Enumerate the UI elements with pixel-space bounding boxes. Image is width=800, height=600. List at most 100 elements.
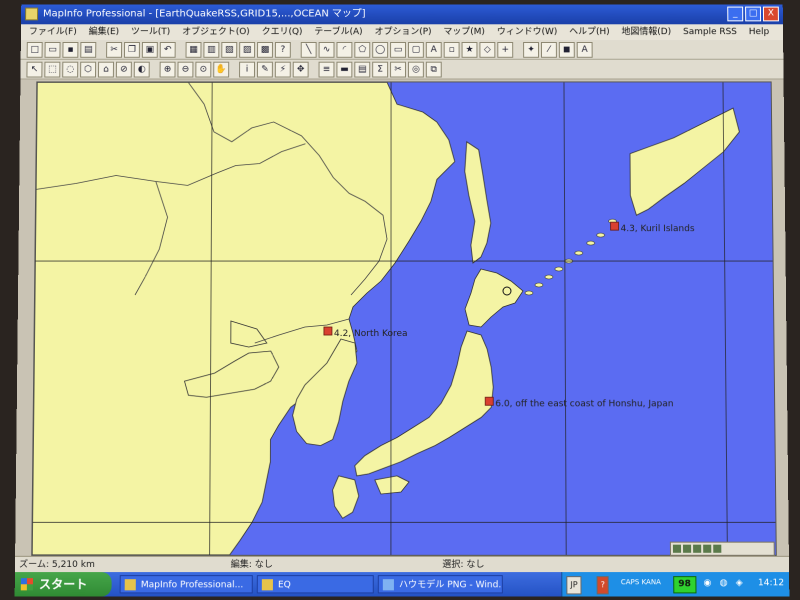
- maximize-button[interactable]: □: [745, 6, 762, 22]
- polygon-select-icon[interactable]: ⬡: [80, 61, 97, 78]
- add-node-icon[interactable]: +: [497, 41, 514, 58]
- task-paint[interactable]: ハウモデル PNG - Wind...: [377, 575, 503, 594]
- help-pointer-icon[interactable]: ?: [274, 41, 291, 58]
- open-folder-icon[interactable]: ▭: [44, 41, 61, 58]
- menu-query[interactable]: クエリ(Q): [262, 24, 303, 40]
- status-icon-5: [713, 544, 722, 553]
- kuril-island: [534, 282, 544, 288]
- task-eq-folder[interactable]: EQ: [256, 575, 374, 594]
- new-grapher-icon[interactable]: ▧: [221, 41, 238, 58]
- title-bar[interactable]: MapInfo Professional - [EarthQuakeRSS,GR…: [21, 4, 783, 25]
- menu-tools[interactable]: ツール(T): [131, 24, 170, 40]
- line-style-icon[interactable]: ⁄: [540, 41, 557, 58]
- minimize-button[interactable]: _: [727, 6, 744, 22]
- hotlink-icon[interactable]: ⚡: [274, 61, 291, 78]
- draw-arc-icon[interactable]: ◜: [336, 41, 353, 58]
- redistricting-icon[interactable]: ▩: [257, 41, 273, 58]
- quake-marker-kuril[interactable]: 4.3, Kuril Islands: [611, 222, 695, 234]
- status-bar: ズーム: 5,210 km 編集: なし 選択: なし: [14, 555, 790, 573]
- status-editable-layer[interactable]: 編集: なし: [231, 557, 273, 573]
- invert-selection-icon[interactable]: ◐: [133, 61, 150, 78]
- quake-symbol-north-korea[interactable]: [323, 326, 333, 336]
- zoom-out-icon[interactable]: ⊖: [177, 61, 194, 78]
- draw-polyline-icon[interactable]: ∿: [318, 41, 335, 58]
- frame-icon[interactable]: ▫: [443, 41, 460, 58]
- label-tool-icon[interactable]: ✎: [256, 61, 273, 78]
- print-icon[interactable]: ▤: [80, 41, 97, 58]
- radius-select-icon[interactable]: ◌: [62, 61, 79, 78]
- save-icon[interactable]: ▪: [62, 41, 79, 58]
- change-view-icon[interactable]: ⊙: [195, 61, 212, 78]
- task-mapinfo[interactable]: MapInfo Professional...: [119, 575, 253, 594]
- close-button[interactable]: X: [762, 6, 779, 22]
- tray-network-icon[interactable]: ◍: [720, 578, 728, 588]
- new-file-icon[interactable]: □: [26, 41, 43, 58]
- draw-rectangle-icon[interactable]: ▭: [390, 41, 406, 58]
- draw-polygon-icon[interactable]: ⬠: [354, 41, 371, 58]
- menu-options[interactable]: オプション(P): [375, 24, 432, 40]
- menu-help[interactable]: ヘルプ(H): [569, 24, 610, 40]
- show-legend-icon[interactable]: ▤: [354, 61, 371, 78]
- status-selectable-layer[interactable]: 選択: なし: [442, 557, 484, 573]
- marquee-select-icon[interactable]: ⬚: [44, 61, 61, 78]
- symbol-icon[interactable]: ★: [461, 41, 478, 58]
- kuril-island: [555, 266, 564, 272]
- zoom-in-icon[interactable]: ⊕: [159, 61, 176, 78]
- draw-ellipse-icon[interactable]: ◯: [372, 41, 389, 58]
- status-zoom[interactable]: ズーム: 5,210 km: [19, 557, 95, 573]
- menu-objects[interactable]: オブジェクト(O): [182, 24, 250, 40]
- paste-icon[interactable]: ▣: [141, 41, 158, 58]
- quake-marker-north-korea[interactable]: 4.2, North Korea: [323, 326, 408, 339]
- window-title: MapInfo Professional - [EarthQuakeRSS,GR…: [42, 8, 366, 20]
- statistics-icon[interactable]: Σ: [372, 61, 389, 78]
- text-style-icon[interactable]: A: [576, 41, 593, 58]
- draw-rounded-rect-icon[interactable]: ▢: [407, 41, 424, 58]
- quake-marker-honshu[interactable]: 6.0, off the east coast of Honshu, Japan: [485, 397, 674, 409]
- set-target-icon[interactable]: ◎: [407, 61, 424, 78]
- menu-table[interactable]: テーブル(A): [314, 24, 362, 40]
- quake-label-north-korea: 4.2, North Korea: [334, 329, 408, 339]
- layer-control-icon[interactable]: ≡: [318, 61, 335, 78]
- standard-toolbar: □ ▭ ▪ ▤ ✂ ❐ ▣ ↶ ▦ ▥ ▧ ▨ ▩ ? ╲ ∿ ◜ ⬠ ◯ ▭ …: [20, 40, 784, 60]
- drag-map-icon[interactable]: ✥: [292, 61, 309, 78]
- ime-mode-icon[interactable]: ?: [596, 576, 610, 595]
- menu-file[interactable]: ファイル(F): [29, 24, 77, 40]
- cut-icon[interactable]: ✂: [106, 41, 123, 58]
- reshape-icon[interactable]: ◇: [479, 41, 496, 58]
- region-style-icon[interactable]: ◼: [558, 41, 575, 58]
- mapinfo-task-icon: [124, 579, 136, 591]
- tray-volume-icon[interactable]: ◉: [703, 578, 711, 588]
- unselect-all-icon[interactable]: ⊘: [115, 61, 132, 78]
- ime-indicator[interactable]: JP: [566, 576, 582, 595]
- map-window[interactable]: 4.3, Kuril Islands 4.2, North Korea 6.0,…: [31, 81, 777, 556]
- menu-map-info[interactable]: 地図情報(D): [622, 24, 672, 40]
- kuril-island: [524, 290, 534, 296]
- undo-icon[interactable]: ↶: [159, 41, 176, 58]
- info-tool-icon[interactable]: i: [239, 61, 256, 78]
- draw-text-icon[interactable]: A: [425, 41, 442, 58]
- draw-line-icon[interactable]: ╲: [300, 41, 317, 58]
- japan-region-map[interactable]: 4.3, Kuril Islands 4.2, North Korea 6.0,…: [32, 82, 776, 555]
- new-layout-icon[interactable]: ▨: [239, 41, 256, 58]
- start-button[interactable]: スタート: [14, 572, 112, 597]
- menu-edit[interactable]: 編集(E): [89, 24, 120, 40]
- new-mapper-icon[interactable]: ▥: [203, 41, 220, 58]
- symbol-style-icon[interactable]: ✦: [523, 41, 540, 58]
- menu-map[interactable]: マップ(M): [443, 24, 485, 40]
- combine-icon[interactable]: ⧉: [425, 61, 442, 78]
- menu-sample-rss[interactable]: Sample RSS: [683, 24, 737, 40]
- quake-symbol-honshu[interactable]: [485, 397, 493, 405]
- tray-security-icon[interactable]: ◈: [736, 578, 743, 588]
- select-arrow-icon[interactable]: ↖: [26, 61, 43, 78]
- new-browser-icon[interactable]: ▦: [185, 41, 202, 58]
- quake-symbol-kuril[interactable]: [611, 222, 619, 230]
- ruler-icon[interactable]: ▬: [336, 61, 353, 78]
- copy-icon[interactable]: ❐: [123, 41, 140, 58]
- menu-window[interactable]: ウィンドウ(W): [497, 24, 558, 40]
- clip-region-icon[interactable]: ✂: [390, 61, 406, 78]
- grabber-hand-icon[interactable]: ✋: [213, 61, 230, 78]
- menu-help-2[interactable]: Help: [749, 24, 770, 40]
- tray-badge[interactable]: 98: [673, 576, 697, 594]
- boundary-select-icon[interactable]: ⌂: [97, 61, 114, 78]
- folder-icon: [261, 579, 273, 591]
